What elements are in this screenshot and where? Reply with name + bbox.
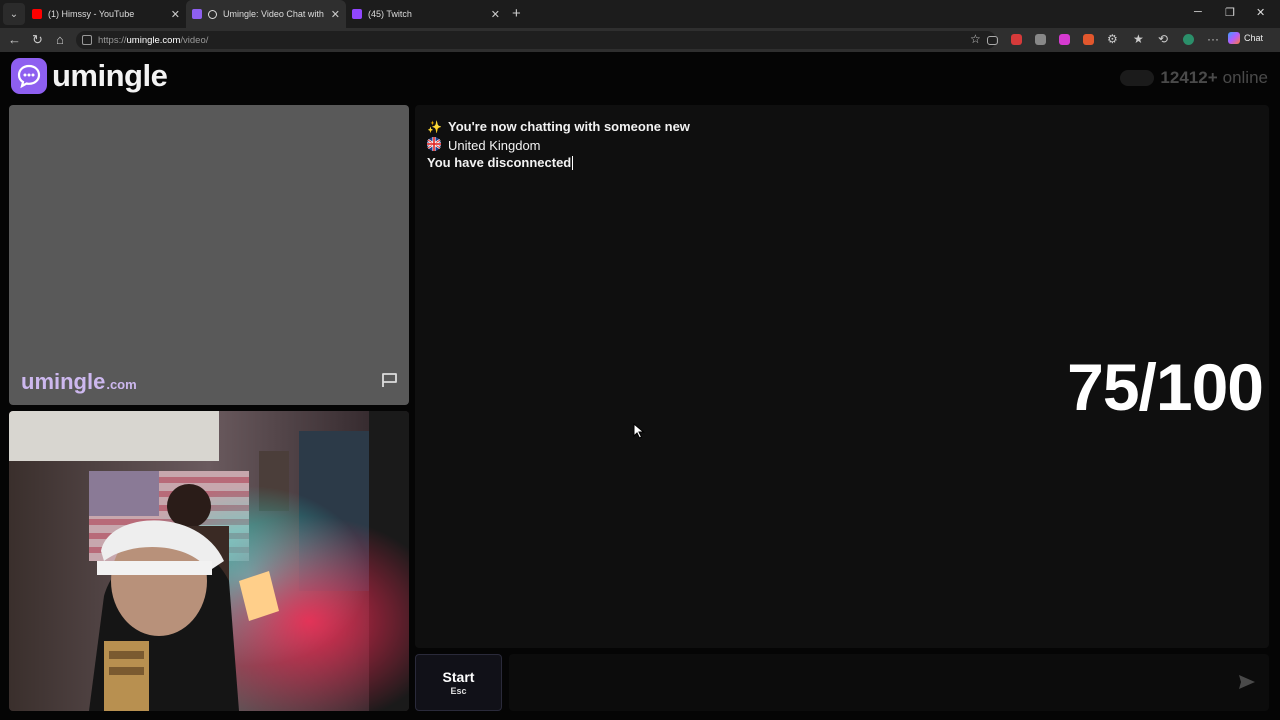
tab-title: (1) Himssy - YouTube (48, 9, 135, 19)
new-tab-button[interactable]: + (512, 5, 521, 22)
report-flag-icon[interactable] (381, 372, 399, 393)
watermark-main: umingle (21, 369, 106, 394)
watermark-suffix: .com (106, 377, 137, 392)
close-window-button[interactable]: ✕ (1256, 6, 1265, 19)
tab-title: Umingle: Video Chat with Str (223, 9, 325, 19)
address-bar: ← ↻ ⌂ https://umingle.com/video/ ☆ ⚙ ★ ⟲… (0, 28, 1280, 52)
start-shortcut: Esc (450, 686, 467, 696)
chat-message: ✨ You're now chatting with someone new (427, 119, 690, 134)
history-icon[interactable]: ⟲ (1158, 32, 1168, 46)
site-logo[interactable]: umingle (11, 58, 168, 94)
favorites-icon[interactable]: ★ (1133, 32, 1144, 46)
uk-flag-icon (427, 137, 442, 154)
close-icon[interactable]: ✕ (331, 8, 340, 21)
stranger-video: umingle.com (9, 105, 409, 405)
youtube-icon (32, 9, 42, 19)
tab-title: (45) Twitch (368, 9, 412, 19)
chat-bubble-icon (11, 58, 47, 94)
close-icon[interactable]: ✕ (491, 8, 500, 21)
text-caret (572, 155, 574, 170)
site-info-icon[interactable] (82, 35, 92, 45)
mouse-cursor-icon (633, 422, 645, 444)
browser-tab-bar: ⌄ (1) Himssy - YouTube ✕ Umingle: Video … (0, 0, 1280, 28)
score-overlay: 75/100 (1067, 350, 1264, 424)
url-host: umingle.com (126, 34, 181, 46)
copilot-icon (1228, 32, 1240, 44)
online-count: 12412+ (1160, 68, 1218, 87)
close-icon[interactable]: ✕ (171, 8, 180, 21)
more-options-icon[interactable]: ··· (1207, 32, 1219, 46)
chat-message: United Kingdom (427, 137, 541, 154)
start-label: Start (442, 669, 475, 685)
extension-icon[interactable] (1083, 34, 1094, 45)
chat-log: ✨ You're now chatting with someone new U… (415, 105, 1269, 648)
url-path: /video/ (180, 34, 209, 46)
refresh-icon[interactable]: ↻ (32, 32, 43, 48)
extensions-puzzle-icon[interactable]: ⚙ (1107, 32, 1118, 46)
umingle-watermark: umingle.com (21, 369, 137, 395)
send-icon[interactable] (1238, 674, 1256, 695)
chat-button-label: Chat (1244, 33, 1264, 43)
extension-icon[interactable] (1035, 34, 1046, 45)
url-field[interactable]: https://umingle.com/video/ (76, 31, 996, 49)
globe-icon (208, 9, 217, 19)
theme-toggle[interactable] (1120, 70, 1155, 86)
chat-message-text: United Kingdom (448, 138, 541, 153)
extension-icon[interactable] (1059, 34, 1070, 45)
tab-umingle[interactable]: Umingle: Video Chat with Str ✕ (186, 0, 346, 28)
online-label: online (1222, 68, 1268, 87)
tab-youtube[interactable]: (1) Himssy - YouTube ✕ (26, 0, 186, 28)
copilot-chat-button[interactable]: Chat (1228, 32, 1263, 44)
twitch-icon (352, 9, 362, 19)
extension-icon[interactable] (1011, 34, 1022, 45)
sparkles-icon: ✨ (427, 119, 442, 134)
chat-message-text: You have disconnected (427, 155, 572, 170)
favorite-star-icon[interactable]: ☆ (970, 32, 981, 46)
url-scheme: https:// (98, 34, 127, 46)
back-icon[interactable]: ← (8, 32, 21, 47)
message-input[interactable] (509, 654, 1269, 711)
restore-button[interactable]: ❐ (1225, 6, 1235, 19)
minimize-button[interactable]: ─ (1194, 6, 1202, 18)
video-icon[interactable] (987, 36, 998, 45)
tab-search-button[interactable]: ⌄ (3, 3, 25, 25)
webcam-feed-image (9, 411, 409, 711)
tab-twitch[interactable]: (45) Twitch ✕ (346, 0, 506, 28)
online-counter: 12412+ online (1120, 68, 1268, 88)
profile-avatar[interactable] (1183, 34, 1194, 45)
umingle-page: umingle 12412+ online umingle.com ✨ You'… (0, 52, 1280, 720)
logo-text: umingle (52, 58, 168, 93)
self-video (9, 411, 409, 711)
home-icon[interactable]: ⌂ (56, 32, 64, 47)
chat-message-text: You're now chatting with someone new (448, 119, 690, 134)
umingle-favicon-icon (192, 9, 202, 19)
start-button[interactable]: Start Esc (415, 654, 502, 711)
chat-message: You have disconnected (427, 155, 574, 170)
